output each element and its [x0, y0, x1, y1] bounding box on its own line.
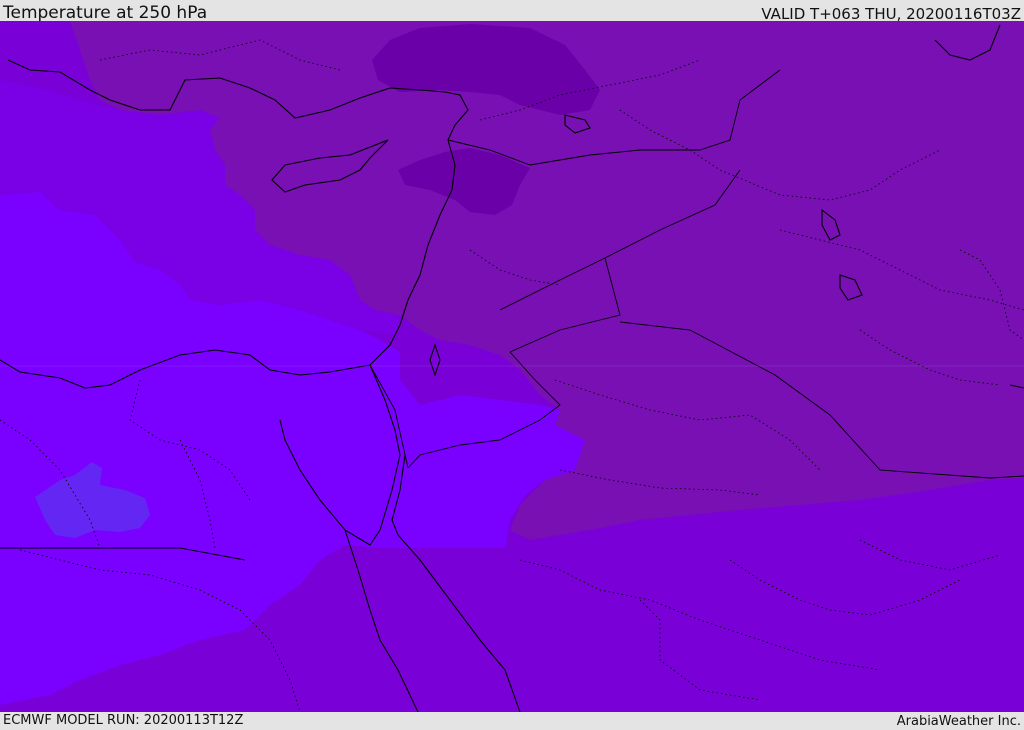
footer-bar: ECMWF MODEL RUN: 20200113T12Z ArabiaWeat…	[0, 712, 1024, 729]
model-run-label: ECMWF MODEL RUN: 20200113T12Z	[3, 713, 244, 728]
credit-label: ArabiaWeather Inc.	[896, 714, 1021, 729]
temperature-map[interactable]	[0, 21, 1024, 712]
map-canvas	[0, 21, 1024, 712]
map-title: Temperature at 250 hPa	[3, 3, 208, 23]
header-bar: Temperature at 250 hPa VALID T+063 THU, …	[0, 0, 1024, 23]
